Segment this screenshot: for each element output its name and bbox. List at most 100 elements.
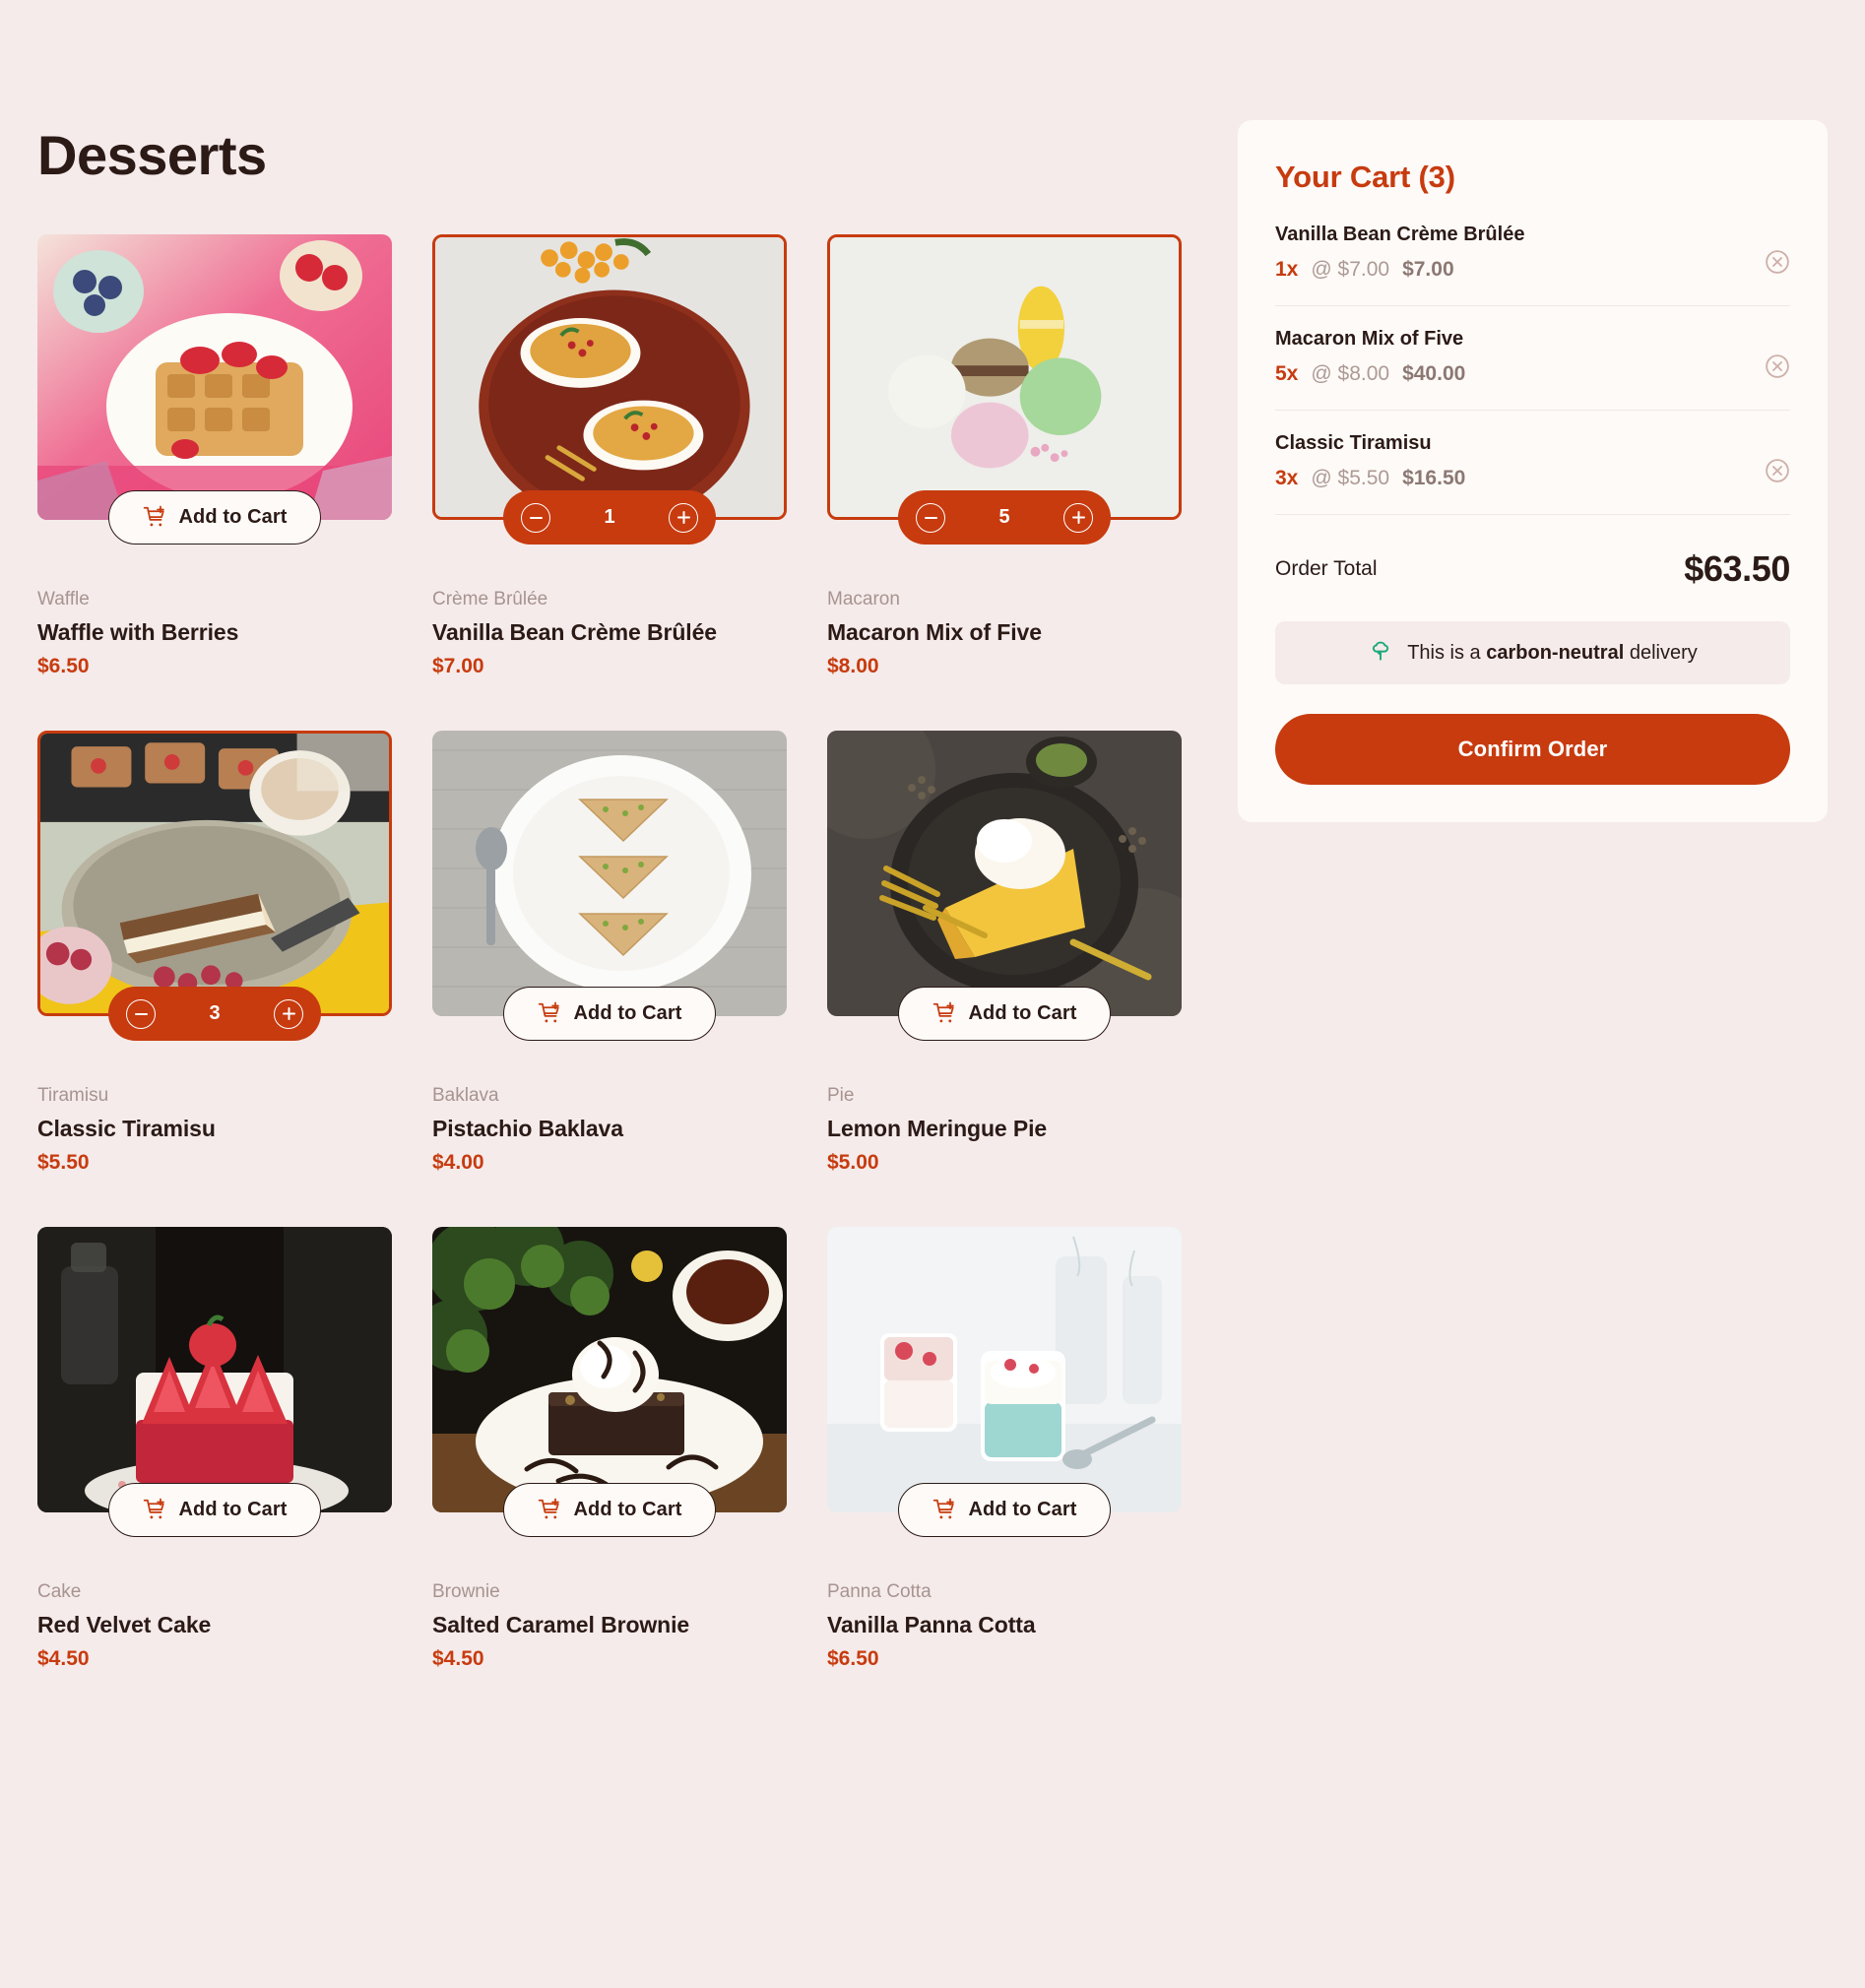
product-card: Add to Cart Pie Lemon Meringue Pie $5.00 bbox=[827, 731, 1182, 1175]
quantity-stepper[interactable]: 1 bbox=[503, 490, 716, 545]
vanilla-panna-cotta-image[interactable] bbox=[827, 1227, 1182, 1512]
cart-item-unit-price: @ $8.00 bbox=[1311, 362, 1390, 385]
red-velvet-cake-image[interactable] bbox=[37, 1227, 392, 1512]
confirm-order-button[interactable]: Confirm Order bbox=[1275, 714, 1790, 785]
product-card: Add to Cart Waffle Waffle with Berries $… bbox=[37, 234, 392, 678]
remove-item-icon[interactable] bbox=[1765, 353, 1790, 379]
product-category: Waffle bbox=[37, 589, 90, 609]
cart-item-unit-price: @ $7.00 bbox=[1311, 258, 1390, 281]
product-thumbnail-wrap: 1 bbox=[432, 234, 787, 545]
cart-item-line-total: $40.00 bbox=[1402, 362, 1466, 385]
cart-item-line-total: $7.00 bbox=[1402, 258, 1454, 281]
add-to-cart-icon bbox=[143, 1498, 168, 1523]
cart-panel: Your Cart (3) Vanilla Bean Crème Brûlée … bbox=[1238, 120, 1828, 822]
cart-items-list: Vanilla Bean Crème Brûlée 1x @ $7.00 $7.… bbox=[1275, 224, 1790, 515]
cart-item-quantity: 3x bbox=[1275, 467, 1299, 489]
add-to-cart-label: Add to Cart bbox=[573, 1002, 682, 1024]
increment-button[interactable] bbox=[669, 502, 698, 533]
add-to-cart-button[interactable]: Add to Cart bbox=[898, 987, 1111, 1041]
add-to-cart-label: Add to Cart bbox=[968, 1499, 1077, 1520]
quantity-stepper[interactable]: 5 bbox=[898, 490, 1111, 545]
product-grid: Add to Cart Waffle Waffle with Berries $… bbox=[37, 234, 1190, 1671]
waffle-with-berries-image[interactable] bbox=[37, 234, 392, 520]
add-to-cart-button[interactable]: Add to Cart bbox=[898, 1483, 1111, 1537]
product-price: $6.50 bbox=[827, 1647, 879, 1670]
cart-item: Classic Tiramisu 3x @ $5.50 $16.50 bbox=[1275, 432, 1790, 515]
carbon-prefix: This is a bbox=[1407, 641, 1487, 664]
product-price: $5.50 bbox=[37, 1151, 90, 1174]
cart-item-unit-price: @ $5.50 bbox=[1311, 467, 1390, 489]
add-to-cart-icon bbox=[538, 1001, 563, 1027]
product-card: 5 Macaron Macaron Mix of Five $8.00 bbox=[827, 234, 1182, 678]
add-to-cart-icon bbox=[538, 1498, 563, 1523]
product-card: Add to Cart Baklava Pistachio Baklava $4… bbox=[432, 731, 787, 1175]
order-total-label: Order Total bbox=[1275, 557, 1378, 580]
cart-item-quantity: 5x bbox=[1275, 362, 1299, 385]
cart-item-name: Classic Tiramisu bbox=[1275, 432, 1432, 454]
cart-item-name: Vanilla Bean Crème Brûlée bbox=[1275, 224, 1525, 245]
add-to-cart-icon bbox=[932, 1001, 958, 1027]
increment-button[interactable] bbox=[1063, 502, 1093, 533]
order-total-row: Order Total $63.50 bbox=[1275, 548, 1790, 590]
product-price: $4.00 bbox=[432, 1151, 484, 1174]
product-name: Salted Caramel Brownie bbox=[432, 1612, 690, 1637]
product-name: Lemon Meringue Pie bbox=[827, 1116, 1048, 1141]
add-to-cart-label: Add to Cart bbox=[178, 506, 288, 528]
pistachio-baklava-image[interactable] bbox=[432, 731, 787, 1016]
macaron-mix-of-five-image[interactable] bbox=[827, 234, 1182, 520]
cart-item-quantity: 1x bbox=[1275, 258, 1299, 281]
product-thumbnail-wrap: Add to Cart bbox=[37, 1227, 392, 1537]
increment-button[interactable] bbox=[274, 998, 303, 1029]
product-card: Add to Cart Brownie Salted Caramel Brown… bbox=[432, 1227, 787, 1671]
product-card: 3 Tiramisu Classic Tiramisu $5.50 bbox=[37, 731, 392, 1175]
order-total-value: $63.50 bbox=[1684, 548, 1790, 589]
vanilla-bean-creme-brulee-image[interactable] bbox=[432, 234, 787, 520]
quantity-stepper[interactable]: 3 bbox=[108, 987, 321, 1041]
page-title: Desserts bbox=[37, 124, 267, 186]
product-thumbnail-wrap: 5 bbox=[827, 234, 1182, 545]
menu-column: Desserts Add to Cart Waffle Waffle with … bbox=[37, 0, 1190, 1671]
product-price: $4.50 bbox=[37, 1647, 90, 1670]
product-category: Tiramisu bbox=[37, 1085, 109, 1106]
carbon-neutral-text: This is a carbon-neutral delivery bbox=[1407, 642, 1698, 665]
salted-caramel-brownie-image[interactable] bbox=[432, 1227, 787, 1512]
quantity-value: 5 bbox=[998, 506, 1010, 528]
add-to-cart-button[interactable]: Add to Cart bbox=[503, 987, 716, 1041]
product-card: Add to Cart Cake Red Velvet Cake $4.50 bbox=[37, 1227, 392, 1671]
lemon-meringue-pie-image[interactable] bbox=[827, 731, 1182, 1016]
classic-tiramisu-image[interactable] bbox=[37, 731, 392, 1016]
cart-title: Your Cart (3) bbox=[1275, 160, 1455, 194]
product-name: Waffle with Berries bbox=[37, 619, 239, 645]
product-price: $5.00 bbox=[827, 1151, 879, 1174]
product-category: Brownie bbox=[432, 1581, 500, 1602]
add-to-cart-icon bbox=[143, 505, 168, 531]
product-name: Macaron Mix of Five bbox=[827, 619, 1042, 645]
decrement-button[interactable] bbox=[126, 998, 156, 1029]
product-category: Crème Brûlée bbox=[432, 589, 548, 609]
add-to-cart-label: Add to Cart bbox=[178, 1499, 288, 1520]
remove-item-icon[interactable] bbox=[1765, 249, 1790, 275]
decrement-button[interactable] bbox=[916, 502, 945, 533]
add-to-cart-button[interactable]: Add to Cart bbox=[108, 490, 321, 545]
remove-item-icon[interactable] bbox=[1765, 458, 1790, 483]
product-thumbnail-wrap: Add to Cart bbox=[37, 234, 392, 545]
decrement-button[interactable] bbox=[521, 502, 550, 533]
product-thumbnail-wrap: Add to Cart bbox=[432, 731, 787, 1041]
product-category: Pie bbox=[827, 1085, 855, 1106]
product-price: $8.00 bbox=[827, 655, 879, 677]
product-category: Panna Cotta bbox=[827, 1581, 932, 1602]
product-price: $4.50 bbox=[432, 1647, 484, 1670]
add-to-cart-button[interactable]: Add to Cart bbox=[503, 1483, 716, 1537]
desserts-page: Desserts Add to Cart Waffle Waffle with … bbox=[0, 0, 1865, 1988]
product-thumbnail-wrap: 3 bbox=[37, 731, 392, 1041]
product-name: Vanilla Panna Cotta bbox=[827, 1612, 1036, 1637]
product-card: Add to Cart Panna Cotta Vanilla Panna Co… bbox=[827, 1227, 1182, 1671]
add-to-cart-button[interactable]: Add to Cart bbox=[108, 1483, 321, 1537]
tree-icon bbox=[1368, 638, 1393, 669]
product-category: Baklava bbox=[432, 1085, 499, 1106]
product-category: Macaron bbox=[827, 589, 900, 609]
carbon-neutral-banner: This is a carbon-neutral delivery bbox=[1275, 621, 1790, 684]
product-name: Red Velvet Cake bbox=[37, 1612, 212, 1637]
cart-item-pricing: 1x @ $7.00 $7.00 bbox=[1275, 258, 1790, 282]
product-category: Cake bbox=[37, 1581, 82, 1602]
